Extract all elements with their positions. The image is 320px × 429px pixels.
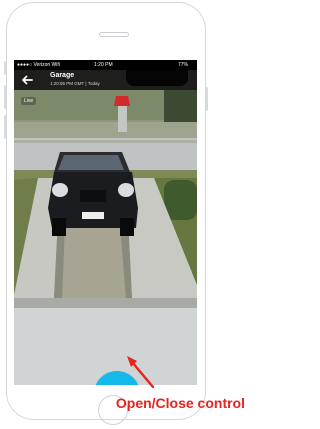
status-time: 1:20 PM xyxy=(94,62,113,68)
garage-door-icon xyxy=(107,384,127,385)
carrier-label: ●●●●○ Verizon Wifi xyxy=(17,62,60,68)
power-button xyxy=(206,87,208,111)
annotation-caption: Open/Close control xyxy=(115,395,245,411)
video-overlay-tab xyxy=(126,70,188,86)
volume-down-button xyxy=(4,115,6,139)
back-arrow-icon[interactable] xyxy=(19,72,35,88)
live-badge: Live xyxy=(21,97,37,105)
status-bar: ●●●●○ Verizon Wifi 1:20 PM 77% xyxy=(14,60,197,70)
volume-up-button xyxy=(4,85,6,109)
camera-title: Garage xyxy=(50,72,75,79)
camera-feed xyxy=(14,90,197,385)
phone-screen: ●●●●○ Verizon Wifi 1:20 PM 77% Garage 1:… xyxy=(14,60,197,385)
mute-switch xyxy=(4,61,6,75)
camera-timestamp: 1:20:55 PM GMT | Today xyxy=(50,81,100,86)
earpiece xyxy=(99,32,129,37)
battery-level: 77% xyxy=(178,62,189,68)
